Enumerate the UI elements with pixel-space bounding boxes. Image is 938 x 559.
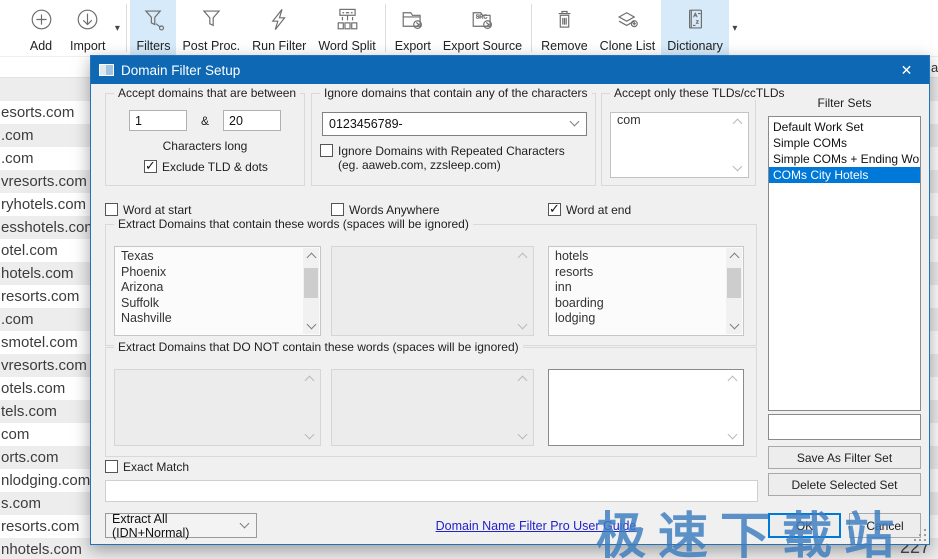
toolbar-button-run-filter[interactable]: Run Filter [246,0,312,56]
svg-text:z: z [695,19,698,25]
scrollbar-thumb[interactable] [727,268,741,298]
chevron-down-icon [240,518,250,528]
scroll-down-icon[interactable] [728,430,738,440]
checkbox-box [144,160,157,173]
scroll-down-icon[interactable] [305,430,315,440]
cancel-button[interactable]: Cancel [849,513,921,538]
filter-set-item[interactable]: Default Work Set [769,119,920,135]
lightning-icon [265,5,293,33]
scroll-down-icon[interactable] [518,320,528,330]
export-source-icon: SRC [469,5,497,33]
add-icon [27,5,55,33]
scroll-up-icon[interactable] [307,253,317,263]
toolbar-button-word-split[interactable]: Word Split [312,0,381,56]
checkbox-box [331,203,344,216]
clipped-header-text: a [931,60,938,75]
repeated-characters-checkbox[interactable]: Ignore Domains with Repeated Characters … [320,144,588,172]
contain-words-list-1[interactable]: Texas Phoenix Arizona Suffolk Nashville [114,246,321,336]
tld-group: Accept only these TLDs/ccTLDs com [601,93,756,186]
scroll-up-icon[interactable] [728,376,738,386]
checkbox-box [320,144,333,157]
toolbar: Add Import Filters Post Proc. Run Filter… [0,0,938,57]
dictionary-icon: Az [681,5,709,33]
clone-list-icon [613,5,641,33]
not-contain-words-list-1[interactable] [114,369,321,446]
scrollbar[interactable] [303,248,319,334]
filter-set-item[interactable]: Simple COMs [769,135,920,151]
scrollbar-thumb[interactable] [304,268,318,298]
word-split-icon [333,5,361,33]
dialog-title: Domain Filter Setup [121,63,240,78]
toolbar-separator [531,4,532,52]
filters-icon [139,5,167,33]
scroll-down-icon[interactable] [730,320,740,330]
tld-textarea[interactable]: com [610,112,749,178]
words-anywhere-checkbox[interactable]: Words Anywhere [331,203,440,217]
word-at-end-checkbox[interactable]: Word at end [548,203,631,217]
scroll-up-icon[interactable] [730,253,740,263]
exact-match-checkbox[interactable]: Exact Match [105,460,189,474]
filter-set-name-input[interactable] [768,414,921,440]
toolbar-separator [385,4,386,52]
svg-text:SRC: SRC [476,14,488,20]
max-length-input[interactable] [223,110,281,131]
dictionary-dropdown-caret[interactable] [729,0,741,56]
resize-grip[interactable] [914,529,926,541]
scroll-up-icon[interactable] [518,253,528,263]
toolbar-button-import[interactable]: Import [64,0,111,56]
word-at-start-checkbox[interactable]: Word at start [105,203,191,217]
toolbar-button-clone-list[interactable]: Clone List [594,0,662,56]
contain-words-list-3[interactable]: hotels resorts inn boarding lodging [548,246,744,336]
toolbar-button-export-source[interactable]: SRC Export Source [437,0,528,56]
filter-set-item[interactable]: COMs City Hotels [769,167,920,183]
filter-expression-input[interactable] [105,480,758,502]
delete-selected-set-button[interactable]: Delete Selected Set [768,473,921,496]
dialog-titlebar[interactable]: Domain Filter Setup [91,56,929,84]
not-contain-words-list-3[interactable] [548,369,744,446]
extract-mode-dropdown[interactable]: Extract All (IDN+Normal) [105,513,257,538]
checkbox-box [548,203,561,216]
toolbar-button-export[interactable]: Export [389,0,437,56]
user-guide-link[interactable]: Domain Name Filter Pro User Guide [436,519,637,533]
filter-sets-label: Filter Sets [768,96,921,110]
checkbox-box [105,460,118,473]
export-icon [399,5,427,33]
close-icon[interactable] [884,56,929,84]
toolbar-button-post-proc[interactable]: Post Proc. [176,0,246,56]
toolbar-button-remove[interactable]: Remove [535,0,594,56]
contain-words-list-2[interactable] [331,246,534,336]
toolbar-button-filters[interactable]: Filters [130,0,176,56]
ignore-characters-combobox[interactable]: 0123456789- [322,112,587,136]
characters-long-label: Characters long [106,139,304,153]
toolbar-button-add[interactable]: Add [18,0,64,56]
scroll-up-icon[interactable] [305,376,315,386]
checkbox-box [105,203,118,216]
length-group: Accept domains that are between & Charac… [105,93,305,186]
import-icon [74,5,102,33]
trash-icon [550,5,578,33]
scroll-down-icon[interactable] [307,320,317,330]
import-dropdown-caret[interactable] [111,0,123,56]
not-contain-words-list-2[interactable] [331,369,534,446]
save-as-filter-set-button[interactable]: Save As Filter Set [768,446,921,469]
ignore-characters-group: Ignore domains that contain any of the c… [311,93,596,186]
chevron-down-icon [570,117,580,127]
domain-filter-setup-dialog: Domain Filter Setup Accept domains that … [90,55,930,545]
toolbar-button-dictionary[interactable]: Az Dictionary [661,0,729,56]
scroll-down-icon[interactable] [518,430,528,440]
svg-text:A: A [693,12,697,18]
ok-button[interactable]: OK [768,513,841,538]
min-length-input[interactable] [129,110,187,131]
ampersand-label: & [201,114,209,128]
dialog-app-icon [99,64,114,76]
filter-sets-listbox: Default Work Set Simple COMs Simple COMs… [768,116,921,411]
toolbar-separator [126,4,127,52]
filter-set-item[interactable]: Simple COMs + Ending Words [769,151,920,167]
scroll-up-icon[interactable] [518,376,528,386]
scroll-down-icon[interactable] [733,162,743,172]
funnel-icon [197,5,225,33]
help-link-container: Domain Name Filter Pro User Guide [421,517,651,535]
scrollbar[interactable] [726,248,742,334]
exclude-tld-checkbox[interactable]: Exclude TLD & dots [144,160,268,174]
